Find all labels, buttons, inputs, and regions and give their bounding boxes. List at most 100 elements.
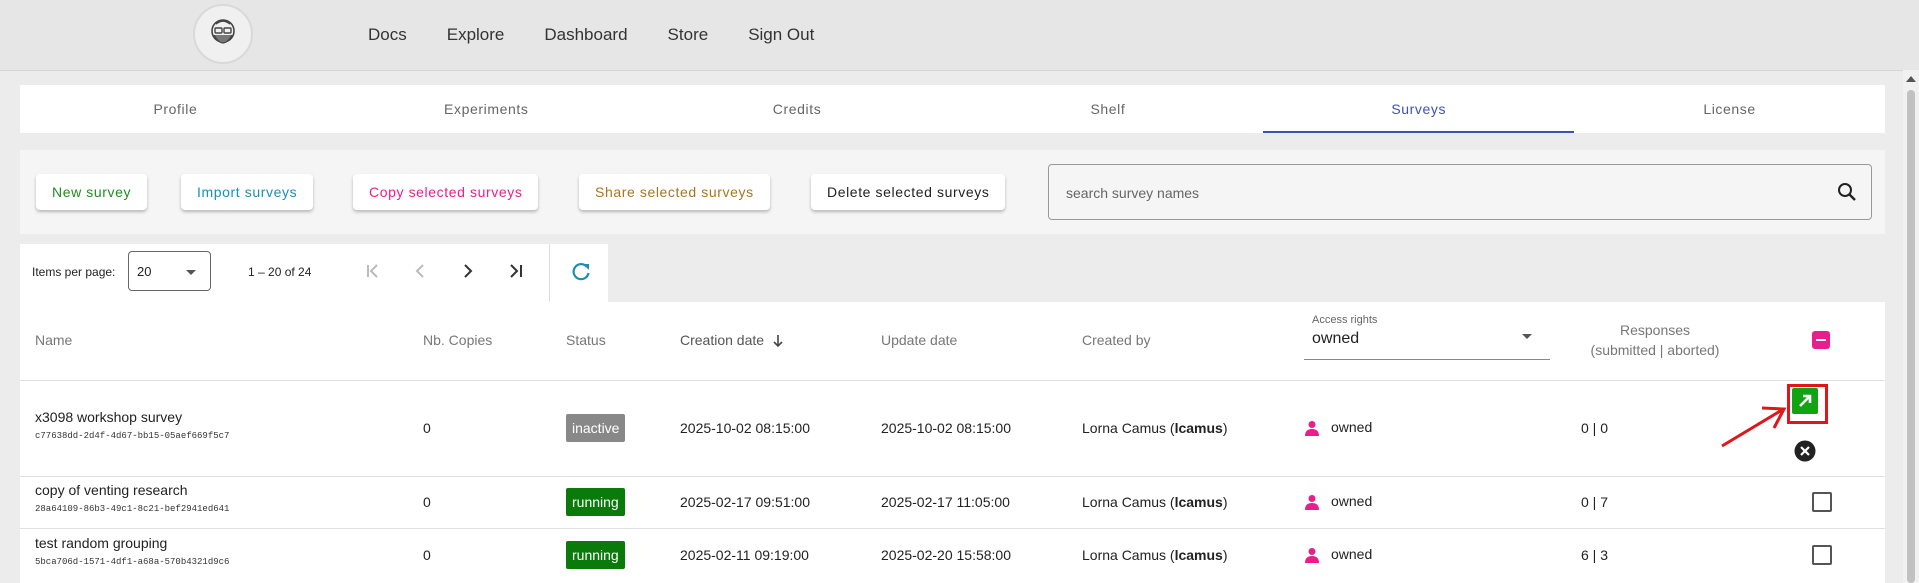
column-header-responses: Responses (submitted | aborted)	[1580, 320, 1730, 360]
column-header-name[interactable]: Name	[35, 332, 72, 348]
person-icon	[1305, 548, 1319, 564]
copy-selected-surveys-button[interactable]: Copy selected surveys	[353, 174, 539, 210]
table-row[interactable]: x3098 workshop survey c77638dd-2d4f-4d67…	[20, 381, 1885, 477]
column-header-update-date[interactable]: Update date	[881, 332, 957, 348]
tab-surveys[interactable]: Surveys	[1263, 85, 1574, 133]
person-icon	[1305, 421, 1319, 437]
status-badge: running	[566, 541, 625, 569]
page-scrollbar[interactable]	[1903, 70, 1919, 583]
paginator-divider	[549, 244, 550, 302]
status-badge: running	[566, 488, 625, 516]
survey-id: 5bca706d-1571-4df1-a68a-570b4321d9c6	[35, 557, 230, 567]
items-per-page-select[interactable]: 20	[128, 251, 211, 291]
tab-experiments[interactable]: Experiments	[331, 85, 642, 133]
creation-date: 2025-10-02 08:15:00	[680, 420, 810, 436]
search-input[interactable]	[1064, 165, 1828, 221]
table-row[interactable]: copy of venting research 28a64109-86b3-4…	[20, 477, 1885, 529]
table-header: Name Nb. Copies Status Creation date Upd…	[20, 302, 1885, 381]
access-value: owned	[1331, 546, 1373, 562]
survey-toolbar: New survey Import surveys Copy selected …	[20, 150, 1885, 234]
creator-close: )	[1222, 420, 1228, 436]
update-date: 2025-10-02 08:15:00	[881, 420, 1011, 436]
chevron-down-icon	[186, 270, 196, 275]
creator-name: Lorna Camus (	[1082, 547, 1175, 563]
share-selected-surveys-button[interactable]: Share selected surveys	[579, 174, 770, 210]
update-date: 2025-02-20 15:58:00	[881, 547, 1011, 563]
column-header-creation-date[interactable]: Creation date	[680, 332, 784, 348]
bearded-face-icon	[211, 19, 235, 44]
surveys-table: Name Nb. Copies Status Creation date Upd…	[20, 302, 1885, 583]
column-header-copies[interactable]: Nb. Copies	[423, 332, 492, 348]
previous-page-icon[interactable]	[410, 261, 430, 281]
table-row[interactable]: test random grouping 5bca706d-1571-4df1-…	[20, 529, 1885, 583]
created-by: Lorna Camus (lcamus)	[1082, 547, 1228, 563]
nav-link-sign-out[interactable]: Sign Out	[748, 25, 814, 45]
column-header-status[interactable]: Status	[566, 332, 606, 348]
access-cell: owned	[1305, 493, 1373, 511]
survey-id: 28a64109-86b3-49c1-8c21-bef2941ed641	[35, 504, 230, 514]
access-rights-select[interactable]: Access rights owned	[1304, 312, 1550, 360]
profile-tabs: Profile Experiments Credits Shelf Survey…	[20, 85, 1885, 133]
logo[interactable]	[193, 4, 253, 64]
status-badge: inactive	[566, 414, 626, 442]
search-icon[interactable]	[1837, 182, 1857, 202]
survey-name[interactable]: x3098 workshop survey	[35, 409, 229, 425]
access-cell: owned	[1305, 546, 1373, 564]
close-circle-icon[interactable]	[1794, 440, 1816, 462]
copies-count: 0	[423, 547, 431, 563]
creation-date: 2025-02-11 09:19:00	[680, 547, 809, 563]
nav-link-store[interactable]: Store	[668, 25, 709, 45]
tab-license[interactable]: License	[1574, 85, 1885, 133]
survey-name[interactable]: test random grouping	[35, 535, 229, 551]
creator-handle: lcamus	[1174, 420, 1223, 436]
creation-date: 2025-02-17 09:51:00	[680, 494, 810, 510]
new-survey-button[interactable]: New survey	[36, 174, 148, 210]
access-value: owned	[1331, 419, 1373, 435]
survey-name[interactable]: copy of venting research	[35, 482, 229, 498]
created-by: Lorna Camus (lcamus)	[1082, 420, 1228, 436]
column-header-created-by[interactable]: Created by	[1082, 332, 1150, 348]
update-date: 2025-02-17 11:05:00	[881, 494, 1010, 510]
scroll-up-arrow-icon[interactable]	[1906, 76, 1916, 82]
items-per-page-label: Items per page:	[32, 265, 116, 279]
creator-name: Lorna Camus (	[1082, 420, 1175, 436]
tab-credits[interactable]: Credits	[642, 85, 953, 133]
survey-name-cell: test random grouping 5bca706d-1571-4df1-…	[35, 535, 229, 567]
nav-links: Docs Explore Dashboard Store Sign Out	[368, 0, 814, 70]
sort-arrow-down-icon	[773, 335, 783, 348]
first-page-icon[interactable]	[363, 261, 383, 281]
responses-header-line1: Responses	[1619, 322, 1691, 338]
responses-count: 0 | 7	[1581, 494, 1608, 510]
row-select-checkbox[interactable]	[1812, 545, 1832, 565]
access-rights-value: owned	[1312, 330, 1360, 347]
nav-link-explore[interactable]: Explore	[447, 25, 505, 45]
scrollbar-thumb[interactable]	[1907, 90, 1915, 583]
tab-shelf[interactable]: Shelf	[952, 85, 1263, 133]
creator-name: Lorna Camus (	[1082, 494, 1175, 510]
next-page-icon[interactable]	[458, 261, 478, 281]
creator-close: )	[1222, 547, 1228, 563]
annotation-arrow-icon	[1721, 406, 1787, 448]
nav-link-dashboard[interactable]: Dashboard	[544, 25, 627, 45]
last-page-icon[interactable]	[506, 261, 526, 281]
tab-profile[interactable]: Profile	[20, 85, 331, 133]
survey-name-cell: copy of venting research 28a64109-86b3-4…	[35, 482, 229, 514]
delete-selected-surveys-button[interactable]: Delete selected surveys	[811, 174, 1006, 210]
top-navigation: Docs Explore Dashboard Store Sign Out	[0, 0, 1919, 71]
nav-link-docs[interactable]: Docs	[368, 25, 407, 45]
import-surveys-button[interactable]: Import surveys	[181, 174, 314, 210]
page-range: 1 – 20 of 24	[248, 265, 312, 279]
access-value: owned	[1331, 493, 1373, 509]
survey-name-cell: x3098 workshop survey c77638dd-2d4f-4d67…	[35, 409, 229, 441]
copies-count: 0	[423, 420, 431, 436]
copies-count: 0	[423, 494, 431, 510]
paginator: Items per page: 20 1 – 20 of 24	[20, 244, 608, 302]
creator-handle: lcamus	[1174, 494, 1223, 510]
access-rights-label: Access rights	[1312, 314, 1378, 326]
refresh-icon[interactable]	[570, 261, 592, 283]
creation-date-label: Creation date	[680, 332, 765, 348]
select-all-checkbox[interactable]	[1812, 331, 1830, 349]
survey-id: c77638dd-2d4f-4d67-bb15-05aef669f5c7	[35, 431, 230, 441]
row-select-checkbox[interactable]	[1812, 492, 1832, 512]
creator-handle: lcamus	[1174, 547, 1223, 563]
